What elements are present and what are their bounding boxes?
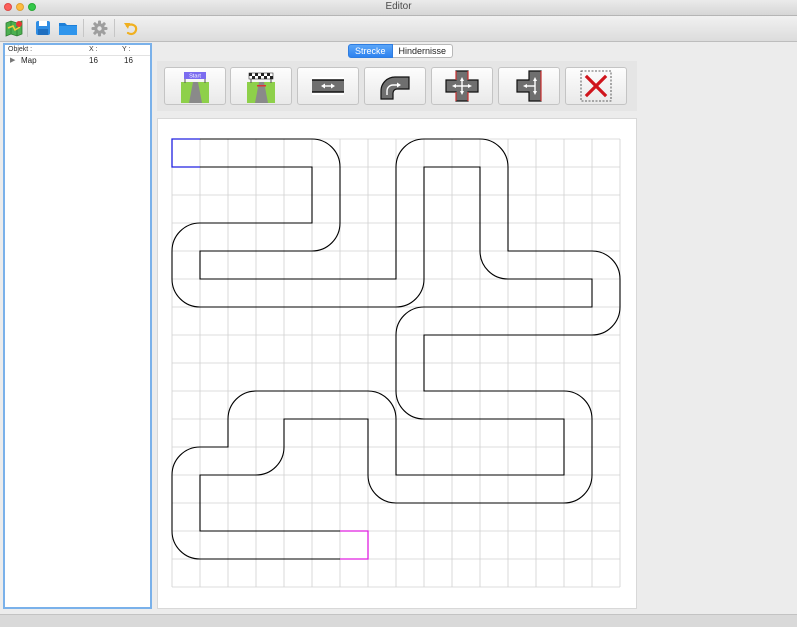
undo-icon [123,22,137,35]
disclosure-triangle-icon[interactable]: ▶ [10,56,15,64]
tile-palette: Start [157,61,637,111]
cross-tile-button[interactable] [431,67,493,105]
delete-icon [580,70,612,102]
undo-button[interactable] [119,18,141,38]
save-button[interactable] [32,18,54,38]
delete-tile-button[interactable] [565,67,627,105]
column-header-object[interactable]: Objekt : [8,46,32,53]
tree-row-map[interactable]: ▶ Map 16 16 [5,56,150,66]
cross-tile-icon [445,70,479,102]
track-grid[interactable] [158,119,636,608]
tab-bar: Strecke Hindernisse [348,44,454,58]
save-icon [36,21,50,35]
settings-button[interactable] [88,18,110,38]
tree-row-x: 16 [89,56,98,65]
column-header-y[interactable]: Y : [122,46,130,53]
window-title: Editor [385,1,412,12]
toolbar-separator [27,19,28,37]
gear-icon [91,20,107,36]
finish-tile-button[interactable] [230,67,292,105]
folder-icon [59,23,77,35]
object-tree[interactable]: Objekt : X : Y : ▶ Map 16 16 [3,43,152,609]
finish-tile-icon [247,72,275,103]
curve-tile-icon [380,76,410,100]
start-tile-label: Start [189,74,201,80]
map-editor-canvas[interactable] [157,118,637,609]
straight-tile-button[interactable] [297,67,359,105]
tab-strecke[interactable]: Strecke [348,44,393,58]
t-junction-tile-icon [516,70,542,102]
start-tile-button[interactable]: Start [164,67,226,105]
curve-tile-button[interactable] [364,67,426,105]
open-button[interactable] [57,18,79,38]
tab-hindernisse[interactable]: Hindernisse [392,44,454,58]
start-marker [171,138,200,168]
map-button[interactable] [3,18,25,38]
tree-row-y: 16 [124,56,133,65]
map-icon [5,20,23,37]
tree-header: Objekt : X : Y : [5,45,150,56]
start-tile-icon: Start [181,72,209,103]
toolbar [0,16,797,42]
toolbar-separator [114,19,115,37]
end-marker [340,530,369,560]
toolbar-separator [83,19,84,37]
straight-tile-icon [312,77,344,95]
status-bar [0,614,797,627]
tree-row-label: Map [21,56,37,65]
column-header-x[interactable]: X : [89,46,98,53]
t-junction-tile-button[interactable] [498,67,560,105]
title-bar: Editor [0,0,797,16]
